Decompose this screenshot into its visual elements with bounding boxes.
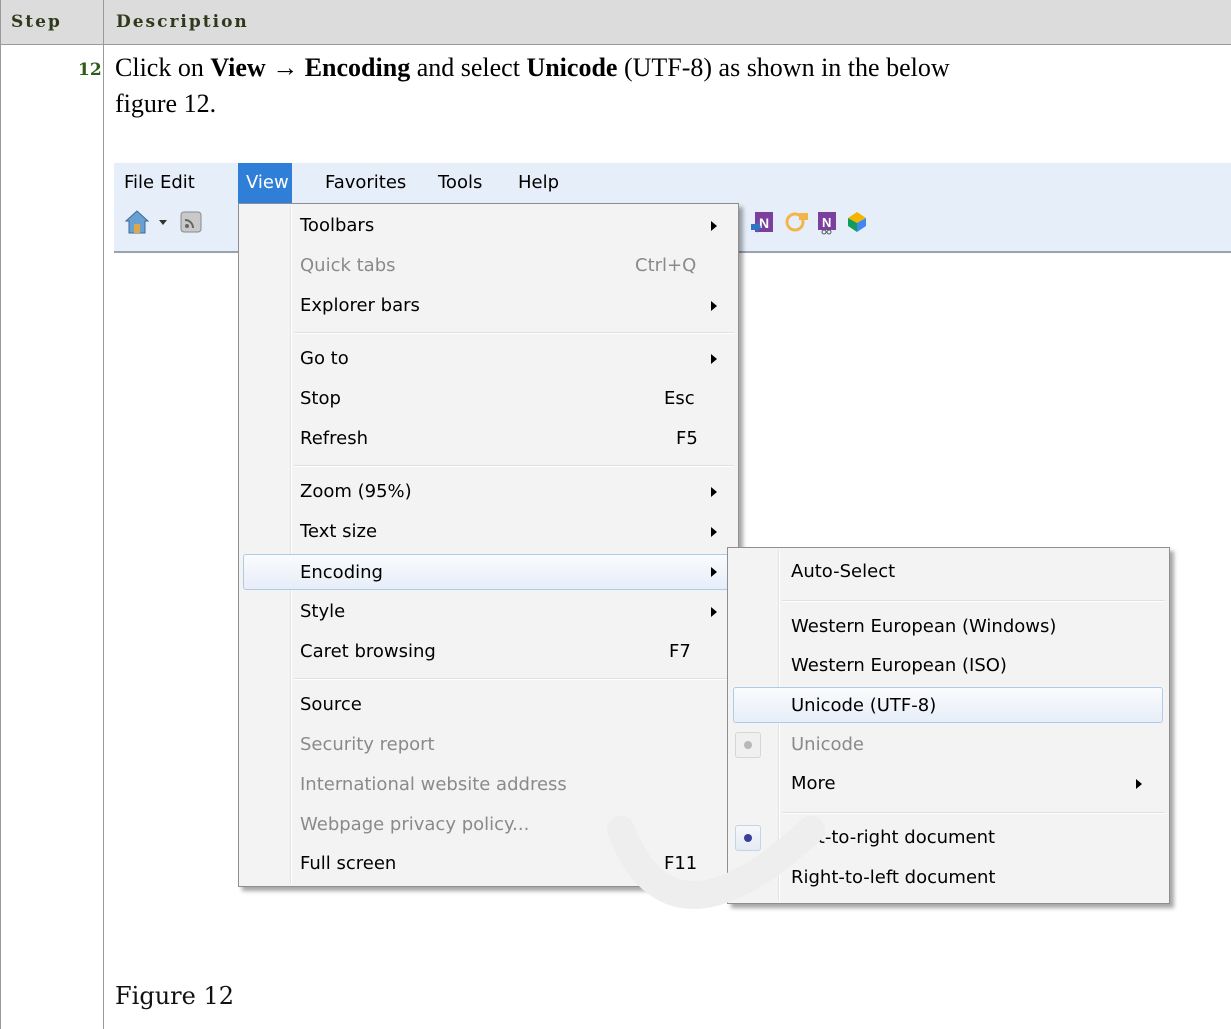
- ie-addon-icon[interactable]: [784, 209, 810, 235]
- item-label: Explorer bars: [300, 295, 420, 316]
- instruction-text: Click on View → Encoding and select Unic…: [115, 50, 995, 122]
- menu-favorites[interactable]: Favorites: [317, 163, 414, 203]
- view-item-quick-tabs[interactable]: Quick tabs Ctrl+Q: [243, 248, 734, 284]
- rss-feed-icon[interactable]: [178, 209, 204, 235]
- view-item-caret-browsing[interactable]: Caret browsing F7: [243, 634, 734, 670]
- item-shortcut: F5: [676, 428, 698, 449]
- item-label: Full screen: [300, 853, 397, 874]
- submenu-arrow-icon: [711, 607, 717, 617]
- item-shortcut: Esc: [664, 388, 695, 409]
- view-item-encoding[interactable]: Encoding: [243, 554, 734, 590]
- item-label: Source: [300, 694, 362, 715]
- view-menu: Toolbars Quick tabs Ctrl+Q Explorer bars…: [238, 203, 739, 887]
- item-label: Caret browsing: [300, 641, 436, 662]
- encoding-item-auto-select[interactable]: Auto-Select: [732, 554, 1165, 590]
- menu-view[interactable]: View: [238, 163, 292, 203]
- view-item-text-size[interactable]: Text size: [243, 514, 734, 550]
- item-label: More: [791, 773, 836, 794]
- menu-help[interactable]: Help: [510, 163, 567, 203]
- view-item-international-address[interactable]: International website address: [243, 767, 734, 803]
- onenote-linked-icon[interactable]: N: [814, 209, 840, 235]
- item-shortcut: Ctrl+Q: [635, 255, 697, 276]
- item-label: Encoding: [300, 562, 383, 583]
- encoding-item-more[interactable]: More: [732, 766, 1165, 802]
- menu-separator: [782, 600, 1165, 602]
- encoding-item-western-windows[interactable]: Western European (Windows): [732, 609, 1165, 645]
- instr-part: Click on: [115, 53, 211, 82]
- onenote-send-icon[interactable]: N: [750, 209, 776, 235]
- column-divider: [103, 0, 104, 1029]
- menu-bar: File Edit View Favorites Tools Help: [114, 163, 1231, 203]
- home-icon[interactable]: [124, 209, 150, 235]
- item-label: Style: [300, 601, 346, 622]
- svg-text:N: N: [822, 215, 831, 230]
- table-header: Step Description: [1, 0, 1231, 45]
- watermark-graphic: [607, 816, 825, 909]
- item-label: Text size: [300, 521, 378, 542]
- header-step: Step: [11, 12, 62, 32]
- view-item-security-report[interactable]: Security report: [243, 727, 734, 763]
- view-item-toolbars[interactable]: Toolbars: [243, 208, 734, 244]
- encoding-item-unicode-utf8[interactable]: Unicode (UTF-8): [733, 687, 1163, 723]
- submenu-arrow-icon: [1136, 779, 1142, 789]
- view-item-stop[interactable]: Stop Esc: [243, 381, 734, 417]
- submenu-arrow-icon: [711, 527, 717, 537]
- view-item-source[interactable]: Source: [243, 687, 734, 723]
- header-description: Description: [116, 12, 249, 32]
- step-number: 12: [78, 60, 102, 80]
- item-label: Unicode: [791, 734, 864, 755]
- instr-arrow: →: [265, 53, 305, 82]
- instr-encoding: Encoding: [304, 53, 411, 82]
- item-label: Zoom (95%): [300, 481, 412, 502]
- submenu-arrow-icon: [711, 487, 717, 497]
- instr-part: and select: [410, 53, 527, 82]
- svg-text:N: N: [759, 215, 769, 231]
- view-item-go-to[interactable]: Go to: [243, 341, 734, 377]
- submenu-arrow-icon: [711, 567, 717, 577]
- item-label: Western European (Windows): [791, 616, 1057, 637]
- item-shortcut: F7: [669, 641, 691, 662]
- submenu-arrow-icon: [711, 221, 717, 231]
- item-label: Stop: [300, 388, 341, 409]
- item-label: Go to: [300, 348, 349, 369]
- view-item-explorer-bars[interactable]: Explorer bars: [243, 288, 734, 324]
- instr-unicode: Unicode: [526, 53, 618, 82]
- item-label: Toolbars: [300, 215, 375, 236]
- dropdown-arrow-icon[interactable]: [156, 209, 170, 235]
- menu-separator: [294, 332, 734, 334]
- menu-edit[interactable]: Edit: [152, 163, 203, 203]
- document-table: Step Description 12 Click on View → Enco…: [0, 0, 1231, 1029]
- encoding-item-unicode[interactable]: Unicode: [732, 727, 1165, 763]
- item-label: Auto-Select: [791, 561, 896, 582]
- view-item-refresh[interactable]: Refresh F5: [243, 421, 734, 457]
- colorful-addon-icon[interactable]: [844, 209, 870, 235]
- submenu-arrow-icon: [711, 301, 717, 311]
- view-item-zoom[interactable]: Zoom (95%): [243, 474, 734, 510]
- item-label: Western European (ISO): [791, 655, 1007, 676]
- menu-tools[interactable]: Tools: [430, 163, 490, 203]
- menu-separator: [294, 678, 734, 680]
- radio-dot-icon: [744, 741, 752, 749]
- figure-caption: Figure 12: [115, 982, 234, 1010]
- item-label: Refresh: [300, 428, 368, 449]
- item-label: International website address: [300, 774, 567, 795]
- instr-view: View: [210, 53, 266, 82]
- submenu-arrow-icon: [711, 354, 717, 364]
- item-label: Webpage privacy policy...: [300, 814, 530, 835]
- menu-separator: [294, 465, 734, 467]
- item-label: Quick tabs: [300, 255, 396, 276]
- encoding-item-western-iso[interactable]: Western European (ISO): [732, 648, 1165, 684]
- view-item-style[interactable]: Style: [243, 594, 734, 630]
- item-label: Security report: [300, 734, 435, 755]
- radio-indicator: [735, 732, 761, 758]
- item-label: Unicode (UTF-8): [791, 695, 937, 716]
